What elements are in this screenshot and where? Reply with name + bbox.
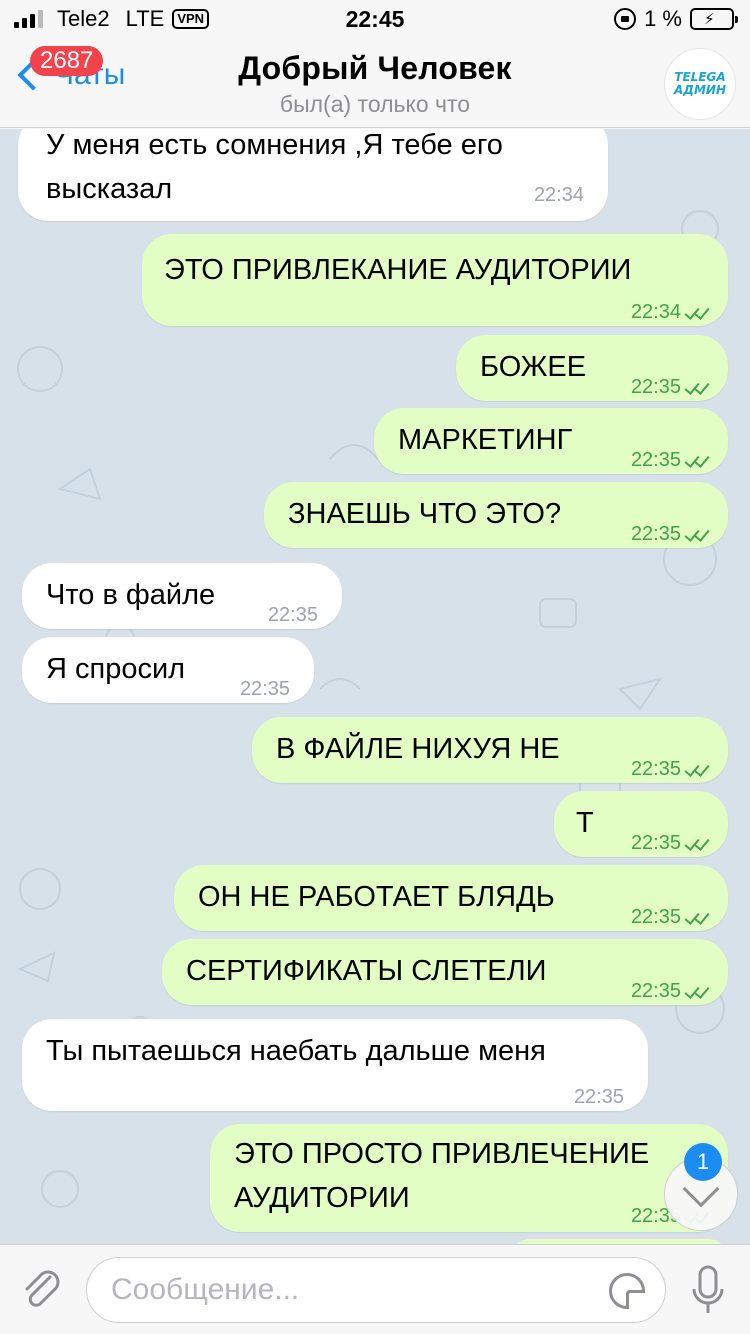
message-time: 22:35	[573, 1086, 624, 1108]
message-time: 22:34	[533, 184, 584, 206]
double-check-icon	[684, 982, 712, 1000]
status-right: 1 % ⚡	[614, 6, 738, 32]
message-time-read: 22:35	[631, 747, 712, 791]
message-text: Что в файле	[46, 579, 216, 611]
double-check-icon	[684, 760, 712, 778]
chat-title-block[interactable]: Добрый Человек был(а) только что	[0, 50, 750, 118]
message-text: Т	[576, 807, 594, 839]
message-text: ОН НЕ РАБОТАЕТ БЛЯДЬ	[198, 881, 555, 913]
message-text: СЕРТИФИКАТЫ СЛЕТЕЛИ	[186, 955, 547, 987]
message-outgoing[interactable]: ЭТО ПРОСТО ПРИВЛЕЧЕНИЕ АУДИТОРИИ 22:35	[210, 1124, 728, 1232]
message-text: ЗНАЕШЬ ЧТО ЭТО?	[288, 498, 562, 530]
message-text: БОЖЕЕ	[480, 351, 587, 383]
message-time: 22:35	[267, 604, 318, 626]
message-text: Ты пытаешься наебать дальше меня	[46, 1035, 546, 1067]
message-incoming[interactable]: Что в файле 22:35	[22, 563, 342, 629]
message-time-read: 22:35	[631, 512, 712, 556]
message-outgoing[interactable]: ЗНАЕШЬ ЧТО ЭТО? 22:35	[264, 482, 728, 548]
message-time-read: 22:35	[631, 821, 712, 865]
battery-icon: ⚡	[690, 8, 738, 30]
double-check-icon	[684, 303, 712, 321]
chat-header: Чаты 2687 Добрый Человек был(а) только ч…	[0, 40, 750, 128]
double-check-icon	[684, 525, 712, 543]
message-time-read: 22:35	[631, 969, 712, 1013]
message-outgoing[interactable]: Т 22:35	[554, 791, 728, 857]
message-incoming[interactable]: У меня есть сомнения ,Я тебе его высказа…	[18, 129, 608, 221]
message-outgoing[interactable]: СЕРТИФИКАТЫ СЛЕТЕЛИ 22:35	[162, 939, 728, 1005]
message-time: 22:35	[239, 678, 290, 700]
microphone-icon[interactable]	[688, 1263, 728, 1319]
message-incoming[interactable]: Я спросил 22:35	[22, 637, 314, 703]
composer-bar: Сообщение...	[0, 1244, 750, 1334]
sticker-icon[interactable]	[609, 1273, 645, 1309]
double-check-icon	[684, 378, 712, 396]
message-text: ЭТО ПРОСТО ПРИВЛЕЧЕНИЕ АУДИТОРИИ	[234, 1138, 650, 1214]
chat-title: Добрый Человек	[238, 50, 512, 86]
message-time-read: 22:35	[631, 365, 712, 409]
status-bar: Tele2 LTE VPN 22:45 1 % ⚡	[0, 0, 750, 40]
paperclip-icon[interactable]	[18, 1265, 64, 1311]
message-outgoing[interactable]: В ФАЙЛЕ НИХУЯ НЕ 22:35	[252, 717, 728, 783]
message-time-read: 22:35	[631, 895, 712, 939]
message-outgoing[interactable]: ЭТО ПРИВЛЕКАНИЕ АУДИТОРИИ 22:34	[142, 234, 728, 326]
message-text: У меня есть сомнения ,Я тебе его высказа…	[46, 129, 503, 205]
message-outgoing[interactable]: МАРКЕТИНГ 22:35	[374, 408, 728, 474]
unread-messages-badge: 1	[684, 1143, 722, 1181]
message-outgoing[interactable]: БОЖЕЕ 22:35	[456, 335, 728, 401]
double-check-icon	[684, 908, 712, 926]
message-text: ЭТО ПРИВЛЕКАНИЕ АУДИТОРИИ	[164, 254, 632, 286]
double-check-icon	[684, 451, 712, 469]
message-time-read: 22:35	[631, 438, 712, 482]
message-list[interactable]: У меня есть сомнения ,Я тебе его высказа…	[0, 129, 750, 1244]
double-check-icon	[684, 834, 712, 852]
avatar[interactable]: TELEGA АДМИН	[664, 48, 736, 120]
message-input-placeholder: Сообщение...	[111, 1273, 300, 1306]
message-text: Я спросил	[46, 653, 186, 685]
message-input[interactable]: Сообщение...	[86, 1257, 666, 1323]
message-time-read: 22:34	[631, 290, 712, 334]
message-text: В ФАЙЛЕ НИХУЯ НЕ	[276, 733, 560, 765]
message-incoming[interactable]: Ты пытаешься наебать дальше меня 22:35	[22, 1019, 648, 1111]
avatar-text-line2: АДМИН	[673, 83, 726, 97]
message-outgoing[interactable]: ОН НЕ РАБОТАЕТ БЛЯДЬ 22:35	[174, 865, 728, 931]
message-text: МАРКЕТИНГ	[398, 424, 573, 456]
orientation-lock-icon	[614, 8, 637, 30]
last-seen-status: был(а) только что	[279, 91, 471, 117]
battery-percent: 1 %	[644, 6, 682, 31]
